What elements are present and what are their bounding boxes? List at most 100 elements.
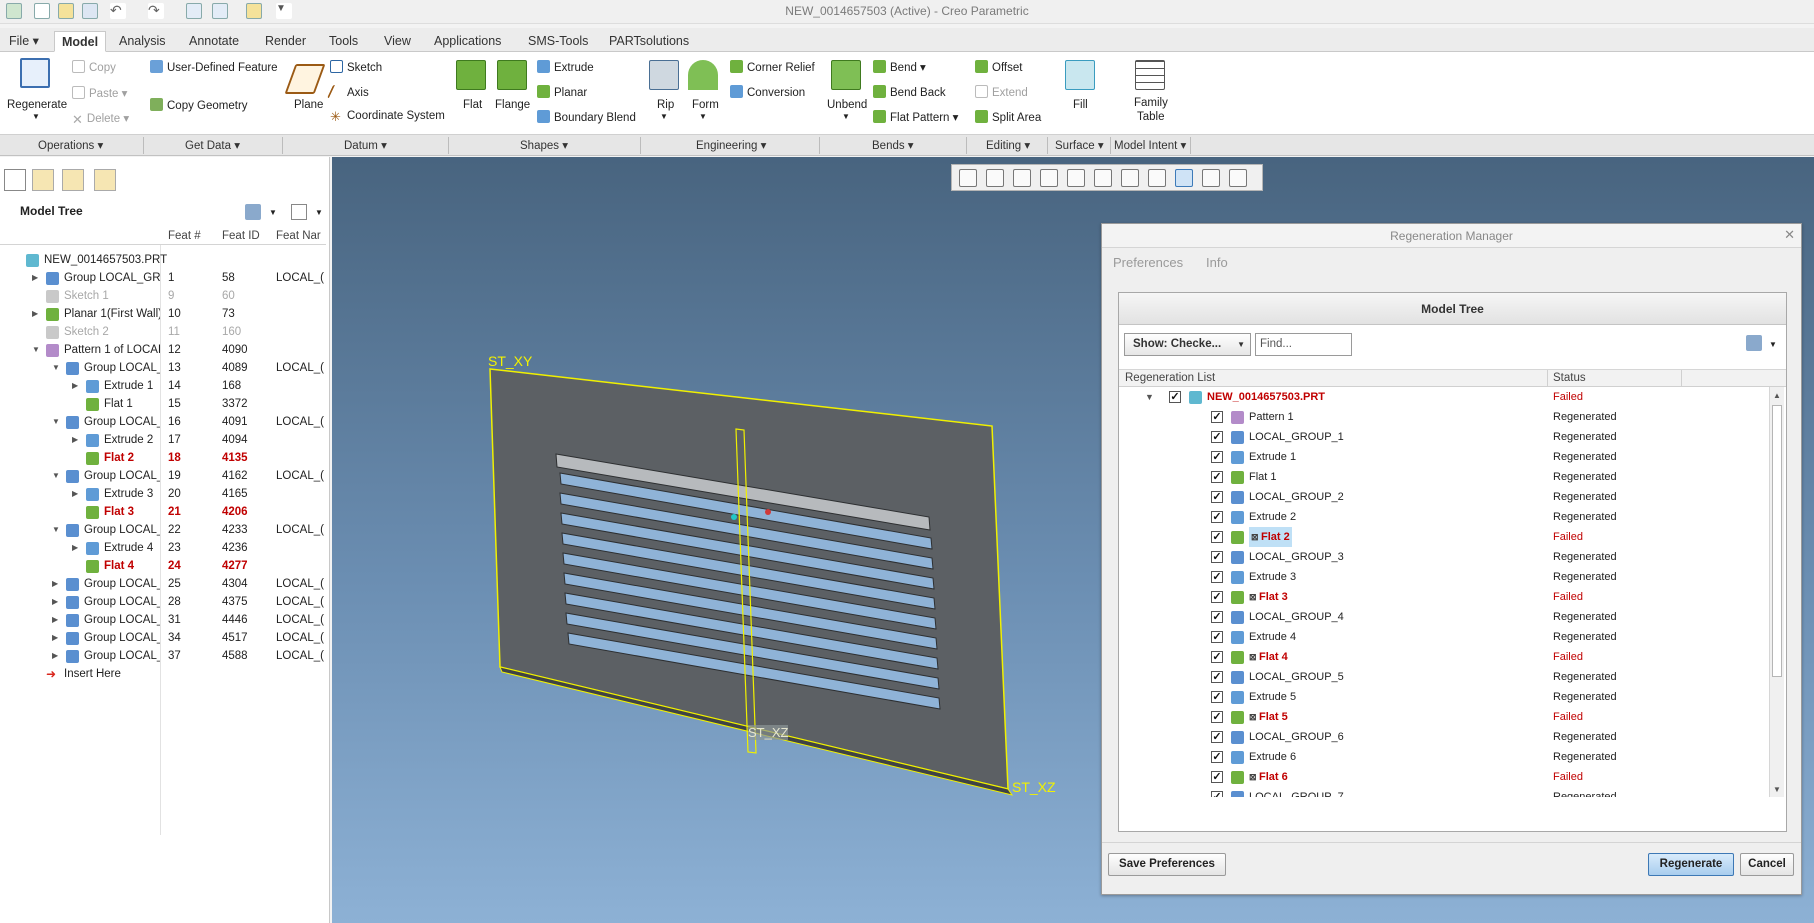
tree-row[interactable]: ▶ Group LOCAL_GROU 1 58 LOCAL_( xyxy=(0,269,326,287)
regen-checkbox[interactable]: ✓ xyxy=(1211,691,1223,703)
tree-row[interactable]: NEW_0014657503.PRT xyxy=(0,251,326,269)
expand-icon[interactable]: ▶ xyxy=(52,634,60,642)
collapse-icon[interactable]: ▼ xyxy=(52,364,60,372)
regen-checkbox[interactable]: ✓ xyxy=(1211,591,1223,603)
collapse-icon[interactable]: ▼ xyxy=(1145,387,1154,407)
bend-back-button[interactable]: Bend Back xyxy=(873,85,946,99)
col-regeneration-list[interactable]: Regeneration List xyxy=(1125,372,1215,384)
tree-row[interactable]: Flat 4 24 4277 xyxy=(0,557,326,575)
zoom-out-icon[interactable] xyxy=(1013,169,1031,187)
planar-button[interactable]: Planar xyxy=(537,85,587,99)
regen-row[interactable]: ✓ ⊠ Flat 3 Failed xyxy=(1119,587,1769,607)
regen-checkbox[interactable]: ✓ xyxy=(1211,751,1223,763)
expand-icon[interactable]: ▶ xyxy=(52,616,60,624)
tree-settings-dropdown-icon[interactable]: ▼ xyxy=(269,208,277,217)
tree-row[interactable]: ▼ Group LOCAL_GR 16 4091 LOCAL_( xyxy=(0,413,326,431)
datum-label-xz-mid[interactable]: ST_XZ xyxy=(748,725,789,740)
group-bends[interactable]: Bends ▾ xyxy=(872,138,914,152)
copy-geometry-button[interactable]: Copy Geometry xyxy=(150,98,248,112)
spin-center-icon[interactable] xyxy=(1229,169,1247,187)
regen-row[interactable]: ✓ Extrude 3 Regenerated xyxy=(1119,567,1769,587)
tab-file[interactable]: File ▾ xyxy=(2,31,46,52)
display-style-icon[interactable] xyxy=(1067,169,1085,187)
regen-checkbox[interactable]: ✓ xyxy=(1211,471,1223,483)
coordinate-system-button[interactable]: ✳ Coordinate System xyxy=(330,110,445,124)
regen-checkbox[interactable]: ✓ xyxy=(1211,731,1223,743)
form-button[interactable]: Form xyxy=(692,99,719,111)
extrude-button[interactable]: Extrude xyxy=(537,60,594,74)
expand-icon[interactable]: ▶ xyxy=(32,310,40,318)
regen-checkbox[interactable]: ✓ xyxy=(1211,551,1223,563)
regen-row[interactable]: ✓ LOCAL_GROUP_5 Regenerated xyxy=(1119,667,1769,687)
unbend-icon[interactable] xyxy=(831,60,861,90)
expand-icon[interactable]: ▶ xyxy=(52,580,60,588)
settings-icon[interactable] xyxy=(1746,335,1762,351)
regen-row[interactable]: ✓ Extrude 4 Regenerated xyxy=(1119,627,1769,647)
tree-row[interactable]: ➜ Insert Here xyxy=(0,665,326,683)
tab-partsolutions[interactable]: PARTsolutions xyxy=(602,31,696,52)
regen-row[interactable]: ✓ Extrude 6 Regenerated xyxy=(1119,747,1769,767)
fill-icon[interactable] xyxy=(1065,60,1095,90)
model-tree-tab[interactable] xyxy=(4,169,26,191)
tree-row[interactable]: ▶ Planar 1(First Wall) 10 73 xyxy=(0,305,326,323)
tree-row[interactable]: ▶ Extrude 1 14 168 xyxy=(0,377,326,395)
tab-applications[interactable]: Applications xyxy=(427,31,508,52)
tree-row[interactable]: ▼ Group LOCAL_GR 22 4233 LOCAL_( xyxy=(0,521,326,539)
flange-icon[interactable] xyxy=(497,60,527,90)
conversion-button[interactable]: Conversion xyxy=(730,85,805,99)
collapse-icon[interactable]: ▼ xyxy=(52,472,60,480)
regen-row[interactable]: ✓ Extrude 1 Regenerated xyxy=(1119,447,1769,467)
tree-row[interactable]: Flat 1 15 3372 xyxy=(0,395,326,413)
regen-row[interactable]: ✓ LOCAL_GROUP_2 Regenerated xyxy=(1119,487,1769,507)
tab-analysis[interactable]: Analysis xyxy=(112,31,173,52)
copy-button[interactable]: Copy xyxy=(72,60,116,74)
tree-row[interactable]: Sketch 2 11 160 xyxy=(0,323,326,341)
expand-icon[interactable]: ▶ xyxy=(52,652,60,660)
regenerate-icon[interactable] xyxy=(20,58,50,88)
tree-row[interactable]: ▼ Pattern 1 of LOCAL_G 12 4090 xyxy=(0,341,326,359)
regen-checkbox[interactable]: ✓ xyxy=(1211,671,1223,683)
perspective-icon[interactable] xyxy=(1148,169,1166,187)
plane-button[interactable]: Plane xyxy=(294,99,323,111)
family-table-icon[interactable] xyxy=(1135,60,1165,90)
list-scrollbar[interactable]: ▲ ▼ xyxy=(1769,387,1784,797)
form-dropdown-icon[interactable]: ▼ xyxy=(699,112,707,121)
regen-checkbox[interactable]: ✓ xyxy=(1211,571,1223,583)
tree-row[interactable]: ▶ Extrude 3 20 4165 xyxy=(0,485,326,503)
split-area-button[interactable]: Split Area xyxy=(975,110,1041,124)
regen-row[interactable]: ▼ ✓ NEW_0014657503.PRT Failed xyxy=(1119,387,1769,407)
collapse-icon[interactable]: ▼ xyxy=(52,418,60,426)
regen-checkbox[interactable]: ✓ xyxy=(1211,771,1223,783)
regen-checkbox[interactable]: ✓ xyxy=(1211,611,1223,623)
regen-row[interactable]: ✓ ⊠ Flat 2 Failed xyxy=(1119,527,1769,547)
regenerate-button[interactable]: Regenerate xyxy=(1648,853,1734,876)
tab-tools[interactable]: Tools xyxy=(322,31,365,52)
regen-row[interactable]: ✓ Extrude 2 Regenerated xyxy=(1119,507,1769,527)
rip-dropdown-icon[interactable]: ▼ xyxy=(660,112,668,121)
group-engineering[interactable]: Engineering ▾ xyxy=(696,138,766,152)
regen-row[interactable]: ✓ LOCAL_GROUP_6 Regenerated xyxy=(1119,727,1769,747)
regen-checkbox[interactable]: ✓ xyxy=(1211,711,1223,723)
regen-row[interactable]: ✓ Pattern 1 Regenerated xyxy=(1119,407,1769,427)
regen-row[interactable]: ✓ LOCAL_GROUP_7 Regenerated xyxy=(1119,787,1769,797)
tree-row[interactable]: Flat 2 18 4135 xyxy=(0,449,326,467)
extend-button[interactable]: Extend xyxy=(975,85,1028,99)
settings-dropdown-icon[interactable]: ▼ xyxy=(1769,340,1777,349)
flat-pattern-button[interactable]: Flat Pattern ▾ xyxy=(873,110,958,124)
family-table-label-2[interactable]: Table xyxy=(1137,111,1165,123)
col-status[interactable]: Status xyxy=(1553,372,1586,384)
col-feat-num[interactable]: Feat # xyxy=(168,230,201,242)
tree-row[interactable]: Flat 3 21 4206 xyxy=(0,503,326,521)
regen-checkbox[interactable]: ✓ xyxy=(1169,391,1181,403)
tree-row[interactable]: ▶ Group LOCAL_GR 25 4304 LOCAL_( xyxy=(0,575,326,593)
tab-model[interactable]: Model xyxy=(54,31,107,52)
layers-tab[interactable] xyxy=(94,169,116,191)
datum-label-xz[interactable]: ST_XZ xyxy=(1012,779,1056,795)
unbend-button[interactable]: Unbend xyxy=(827,99,867,111)
find-input[interactable]: Find... xyxy=(1255,333,1352,356)
menu-preferences[interactable]: Preferences xyxy=(1113,255,1183,270)
menu-info[interactable]: Info xyxy=(1206,255,1228,270)
regen-row[interactable]: ✓ ⊠ Flat 5 Failed xyxy=(1119,707,1769,727)
expand-icon[interactable]: ▶ xyxy=(72,544,80,552)
view-manager-icon[interactable] xyxy=(1121,169,1139,187)
